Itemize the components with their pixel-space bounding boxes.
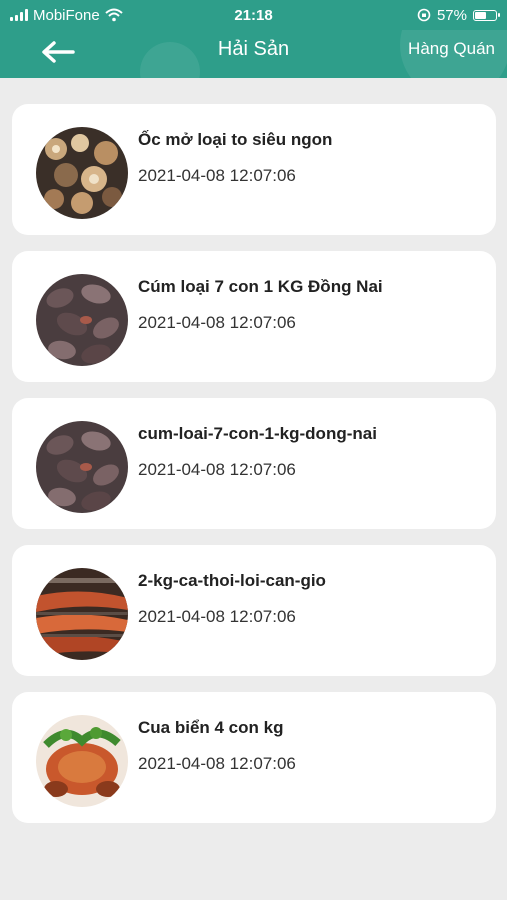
status-left: MobiFone bbox=[10, 7, 123, 24]
list-item[interactable]: 2-kg-ca-thoi-loi-can-gio 2021-04-08 12:0… bbox=[12, 545, 496, 676]
item-date: 2021-04-08 12:07:06 bbox=[138, 754, 296, 773]
list-item[interactable]: Ốc mở loại to siêu ngon 2021-04-08 12:07… bbox=[12, 104, 496, 235]
wifi-icon bbox=[105, 8, 123, 22]
item-name: cum-loai-7-con-1-kg-dong-nai bbox=[138, 424, 377, 443]
item-date: 2021-04-08 12:07:06 bbox=[138, 607, 296, 626]
grilled-fish-photo bbox=[36, 568, 128, 660]
item-name: Cúm loại 7 con 1 KG Đồng Nai bbox=[138, 277, 383, 296]
battery-icon bbox=[473, 9, 500, 21]
clams-photo bbox=[36, 274, 128, 366]
signal-icon bbox=[10, 9, 28, 21]
item-name: 2-kg-ca-thoi-loi-can-gio bbox=[138, 571, 326, 590]
product-list: Ốc mở loại to siêu ngon 2021-04-08 12:07… bbox=[12, 104, 496, 839]
clams-photo bbox=[36, 421, 128, 513]
list-item[interactable]: Cua biển 4 con kg 2021-04-08 12:07:06 bbox=[12, 692, 496, 823]
crab-photo bbox=[36, 715, 128, 807]
item-date: 2021-04-08 12:07:06 bbox=[138, 313, 296, 332]
header-bar: Hải Sản Hàng Quán bbox=[0, 30, 507, 78]
item-name: Cua biển 4 con kg bbox=[138, 718, 284, 737]
status-bar: MobiFone 21:18 57% bbox=[0, 0, 507, 30]
item-date: 2021-04-08 12:07:06 bbox=[138, 460, 296, 479]
item-name: Ốc mở loại to siêu ngon bbox=[138, 130, 333, 149]
snails-photo bbox=[36, 127, 128, 219]
list-item[interactable]: Cúm loại 7 con 1 KG Đồng Nai 2021-04-08 … bbox=[12, 251, 496, 382]
carrier-label: MobiFone bbox=[33, 6, 100, 24]
item-date: 2021-04-08 12:07:06 bbox=[138, 166, 296, 185]
list-item[interactable]: cum-loai-7-con-1-kg-dong-nai 2021-04-08 … bbox=[12, 398, 496, 529]
orientation-lock-icon bbox=[417, 8, 431, 22]
hang-quan-link[interactable]: Hàng Quán bbox=[408, 39, 495, 59]
status-right: 57% bbox=[417, 6, 500, 24]
battery-percent: 57% bbox=[436, 6, 467, 24]
